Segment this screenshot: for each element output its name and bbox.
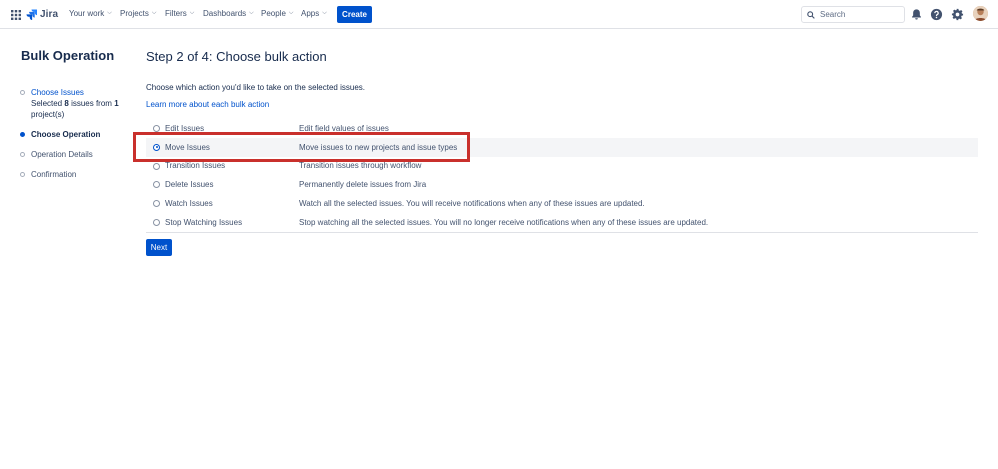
step-choose-issues: Choose Issues Selected 8 issues from 1 p… [20, 87, 130, 120]
chevron-down-icon: ⌵ [151, 10, 157, 16]
nav-your-work[interactable]: Your work ⌵ [69, 9, 112, 18]
nav-your-work-label: Your work [69, 9, 105, 18]
search-placeholder: Search [820, 10, 846, 19]
radio-transition-issues[interactable] [153, 162, 160, 170]
operation-row-edit[interactable]: Edit Issues Edit field values of issues [146, 119, 978, 138]
search-icon [807, 10, 815, 19]
radio-move-issues[interactable] [153, 143, 160, 151]
operation-row-move[interactable]: Move Issues Move issues to new projects … [146, 137, 978, 157]
page-title: Step 2 of 4: Choose bulk action [146, 49, 327, 64]
chevron-down-icon: ⌵ [249, 10, 254, 16]
sidebar-title: Bulk Operation [21, 48, 115, 63]
nav-dashboards[interactable]: Dashboards ⌵ [203, 9, 254, 18]
operation-description: Permanently delete issues from Jira [299, 180, 427, 190]
notifications-bell-icon[interactable] [910, 8, 923, 21]
chevron-down-icon: ⌵ [189, 10, 195, 16]
nav-people-label: People [261, 9, 286, 18]
step-current-indicator-icon [20, 132, 25, 137]
step-choose-operation-label: Choose Operation [31, 130, 101, 139]
nav-dashboards-label: Dashboards [203, 9, 247, 18]
user-avatar-icon [973, 6, 988, 21]
top-navigation: Jira Your work ⌵ Projects ⌵ Filters ⌵ Da… [0, 0, 998, 29]
settings-gear-icon[interactable] [951, 8, 964, 21]
create-button[interactable]: Create [337, 6, 372, 23]
jira-logo-text: Jira [40, 8, 59, 20]
jira-logo-icon [26, 8, 37, 20]
chevron-down-icon: ⌵ [288, 10, 294, 16]
chevron-down-icon: ⌵ [107, 10, 112, 16]
nav-people[interactable]: People ⌵ [261, 9, 293, 18]
operation-description: Watch all the selected issues. You will … [299, 199, 645, 209]
radio-edit-issues[interactable] [153, 125, 160, 132]
operation-row-delete[interactable]: Delete Issues Permanently delete issues … [146, 175, 978, 194]
chevron-down-icon: ⌵ [322, 10, 327, 16]
summary-middle: issues from [71, 99, 112, 108]
operation-label: Transition Issues [165, 161, 226, 171]
step-confirmation: Confirmation [20, 169, 130, 180]
nav-apps[interactable]: Apps ⌵ [301, 9, 327, 18]
step-choose-issues-link[interactable]: Choose Issues [31, 87, 130, 98]
operation-label: Edit Issues [165, 123, 205, 133]
operations-list: Edit Issues Edit field values of issues … [146, 119, 978, 233]
step-operation-details-label: Operation Details [31, 150, 93, 159]
search-input[interactable]: Search [801, 6, 905, 23]
step-indicator-icon [20, 152, 25, 157]
nav-filters-label: Filters [165, 9, 187, 18]
operation-label: Move Issues [165, 142, 210, 152]
step-indicator-icon [20, 90, 25, 95]
next-button[interactable]: Next [146, 239, 172, 256]
learn-more-link[interactable]: Learn more about each bulk action [146, 100, 269, 109]
jira-logo[interactable]: Jira [26, 7, 58, 21]
help-icon[interactable] [930, 8, 943, 21]
operation-label: Delete Issues [165, 180, 214, 190]
radio-stop-watching-issues[interactable] [153, 218, 160, 226]
step-choose-issues-summary: Selected 8 issues from 1 project(s) [31, 98, 130, 120]
operation-description: Transition issues through workflow [299, 161, 422, 171]
operation-description: Stop watching all the selected issues. Y… [299, 217, 709, 227]
operation-row-watch[interactable]: Watch Issues Watch all the selected issu… [146, 194, 978, 213]
step-choose-operation: Choose Operation [20, 129, 130, 140]
intro-text: Choose which action you'd like to take o… [146, 83, 365, 92]
nav-apps-label: Apps [301, 9, 320, 18]
nav-projects[interactable]: Projects ⌵ [120, 9, 156, 18]
app-switcher-icon[interactable] [11, 10, 21, 20]
summary-suffix: project(s) [31, 110, 65, 119]
summary-prefix: Selected [31, 99, 63, 108]
user-avatar[interactable] [973, 6, 988, 21]
operation-row-transition[interactable]: Transition Issues Transition issues thro… [146, 157, 978, 176]
nav-filters[interactable]: Filters ⌵ [165, 9, 194, 18]
operation-label: Watch Issues [165, 199, 213, 209]
step-indicator-icon [20, 172, 25, 177]
operation-description: Edit field values of issues [299, 123, 389, 133]
step-confirmation-label: Confirmation [31, 170, 77, 179]
operation-label: Stop Watching Issues [165, 217, 243, 227]
operation-row-stop-watching[interactable]: Stop Watching Issues Stop watching all t… [146, 213, 978, 232]
radio-delete-issues[interactable] [153, 181, 160, 189]
summary-project-count: 1 [114, 99, 119, 108]
summary-issue-count: 8 [64, 99, 69, 108]
nav-projects-label: Projects [120, 9, 149, 18]
radio-watch-issues[interactable] [153, 200, 160, 208]
operation-description: Move issues to new projects and issue ty… [299, 142, 458, 152]
step-operation-details: Operation Details [20, 149, 130, 160]
wizard-steps: Choose Issues Selected 8 issues from 1 p… [20, 87, 130, 189]
